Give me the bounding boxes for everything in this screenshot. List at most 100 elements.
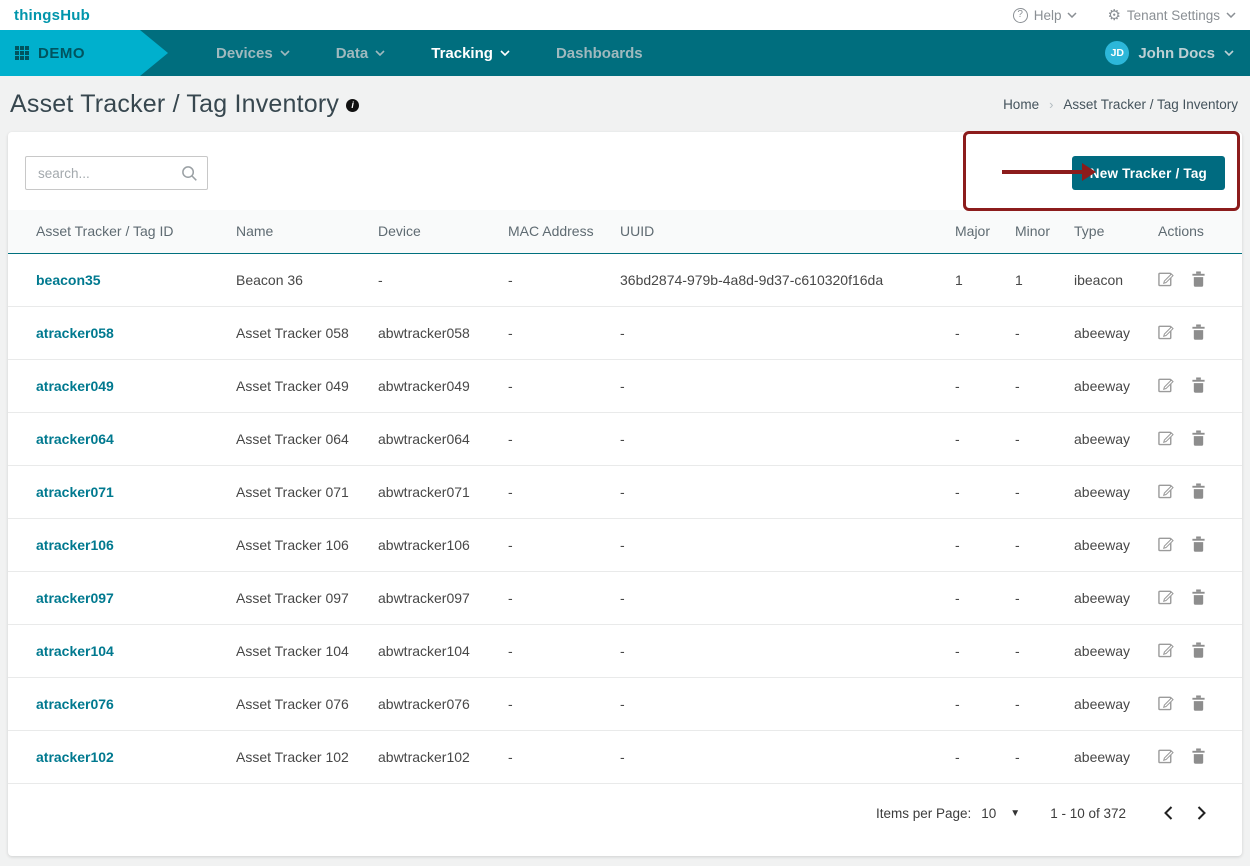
cell-minor: - — [1007, 677, 1066, 730]
delete-button[interactable] — [1191, 323, 1206, 343]
edit-button[interactable] — [1158, 747, 1175, 767]
gear-icon: ⚙ — [1107, 8, 1120, 23]
col-header-device: Device — [370, 210, 500, 253]
delete-button[interactable] — [1191, 535, 1206, 555]
trash-icon — [1191, 270, 1206, 287]
cell-uuid: - — [612, 624, 947, 677]
delete-button[interactable] — [1191, 747, 1206, 767]
col-header-uuid: UUID — [612, 210, 947, 253]
tracker-id-link[interactable]: atracker071 — [36, 484, 114, 500]
items-per-page-label: Items per Page: — [876, 806, 971, 821]
help-menu[interactable]: ? Help — [1013, 8, 1078, 23]
tracker-id-link[interactable]: atracker102 — [36, 749, 114, 765]
table-row: atracker076 Asset Tracker 076 abwtracker… — [8, 677, 1242, 730]
tracker-id-link[interactable]: atracker106 — [36, 537, 114, 553]
edit-button[interactable] — [1158, 482, 1175, 502]
cell-device: abwtracker076 — [370, 677, 500, 730]
help-label: Help — [1034, 8, 1062, 23]
cell-minor: - — [1007, 465, 1066, 518]
cell-major: - — [947, 518, 1007, 571]
items-per-page-value: 10 — [981, 806, 996, 821]
delete-button[interactable] — [1191, 641, 1206, 661]
trash-icon — [1191, 482, 1206, 499]
trash-icon — [1191, 429, 1206, 446]
edit-button[interactable] — [1158, 535, 1175, 555]
col-header-actions: Actions — [1150, 210, 1242, 253]
cell-uuid: 36bd2874-979b-4a8d-9d37-c610320f16da — [612, 253, 947, 306]
next-page-button[interactable] — [1197, 806, 1206, 820]
trash-icon — [1191, 588, 1206, 605]
table-body: beacon35 Beacon 36 - - 36bd2874-979b-4a8… — [8, 253, 1242, 783]
items-per-page-select[interactable]: 10 ▼ — [981, 806, 1020, 821]
cell-uuid: - — [612, 359, 947, 412]
new-tracker-button[interactable]: New Tracker / Tag — [1072, 156, 1225, 190]
previous-page-button[interactable] — [1164, 806, 1173, 820]
cell-name: Asset Tracker 076 — [228, 677, 370, 730]
cell-major: - — [947, 624, 1007, 677]
edit-button[interactable] — [1158, 588, 1175, 608]
tracker-id-link[interactable]: atracker064 — [36, 431, 114, 447]
search-input[interactable] — [26, 157, 207, 189]
user-name: John Docs — [1138, 45, 1215, 62]
tracker-id-link[interactable]: atracker049 — [36, 378, 114, 394]
cell-mac: - — [500, 518, 612, 571]
edit-button[interactable] — [1158, 270, 1175, 290]
col-header-type: Type — [1066, 210, 1150, 253]
inventory-card: New Tracker / Tag Asset Tracker / Tag ID… — [8, 132, 1242, 856]
delete-button[interactable] — [1191, 482, 1206, 502]
info-icon[interactable]: i — [346, 99, 359, 112]
delete-button[interactable] — [1191, 694, 1206, 714]
tenant-settings-label: Tenant Settings — [1127, 8, 1220, 23]
edit-icon — [1158, 641, 1175, 658]
edit-button[interactable] — [1158, 323, 1175, 343]
col-header-name: Name — [228, 210, 370, 253]
avatar: JD — [1105, 41, 1129, 65]
cell-mac: - — [500, 253, 612, 306]
delete-button[interactable] — [1191, 376, 1206, 396]
edit-icon — [1158, 270, 1175, 287]
table-row: beacon35 Beacon 36 - - 36bd2874-979b-4a8… — [8, 253, 1242, 306]
tracker-id-link[interactable]: atracker104 — [36, 643, 114, 659]
cell-device: abwtracker106 — [370, 518, 500, 571]
help-icon: ? — [1013, 8, 1028, 23]
tracker-id-link[interactable]: atracker058 — [36, 325, 114, 341]
edit-button[interactable] — [1158, 376, 1175, 396]
thingshub-logo[interactable]: thingsHub — [14, 7, 90, 24]
table-row: atracker102 Asset Tracker 102 abwtracker… — [8, 730, 1242, 783]
table-row: atracker104 Asset Tracker 104 abwtracker… — [8, 624, 1242, 677]
edit-button[interactable] — [1158, 694, 1175, 714]
delete-button[interactable] — [1191, 270, 1206, 290]
tracker-id-link[interactable]: beacon35 — [36, 272, 101, 288]
edit-icon — [1158, 482, 1175, 499]
table-toolbar: New Tracker / Tag — [8, 132, 1242, 210]
edit-button[interactable] — [1158, 429, 1175, 449]
cell-major: - — [947, 571, 1007, 624]
breadcrumb-separator: › — [1049, 97, 1053, 112]
col-header-mac: MAC Address — [500, 210, 612, 253]
nav-item-data[interactable]: Data — [336, 45, 386, 62]
cell-uuid: - — [612, 677, 947, 730]
delete-button[interactable] — [1191, 588, 1206, 608]
breadcrumb-home[interactable]: Home — [1003, 97, 1039, 112]
nav-item-tracking[interactable]: Tracking — [431, 45, 510, 62]
cell-name: Asset Tracker 097 — [228, 571, 370, 624]
tracker-id-link[interactable]: atracker097 — [36, 590, 114, 606]
nav-item-devices[interactable]: Devices — [216, 45, 290, 62]
nav-item-dashboards[interactable]: Dashboards — [556, 45, 643, 62]
cell-type: abeeway — [1066, 412, 1150, 465]
user-menu[interactable]: JD John Docs — [1105, 41, 1250, 65]
delete-button[interactable] — [1191, 429, 1206, 449]
chevron-down-icon — [375, 50, 385, 56]
table-row: atracker106 Asset Tracker 106 abwtracker… — [8, 518, 1242, 571]
cell-device: abwtracker049 — [370, 359, 500, 412]
table-row: atracker058 Asset Tracker 058 abwtracker… — [8, 306, 1242, 359]
tenant-settings-menu[interactable]: ⚙ Tenant Settings — [1107, 8, 1236, 23]
edit-button[interactable] — [1158, 641, 1175, 661]
tracker-id-link[interactable]: atracker076 — [36, 696, 114, 712]
cell-type: abeeway — [1066, 624, 1150, 677]
edit-icon — [1158, 694, 1175, 711]
cell-mac: - — [500, 412, 612, 465]
tenant-switcher[interactable]: DEMO — [0, 30, 168, 76]
cell-type: abeeway — [1066, 677, 1150, 730]
main-navbar: DEMO Devices Data Tracking Dashboards JD… — [0, 30, 1250, 76]
